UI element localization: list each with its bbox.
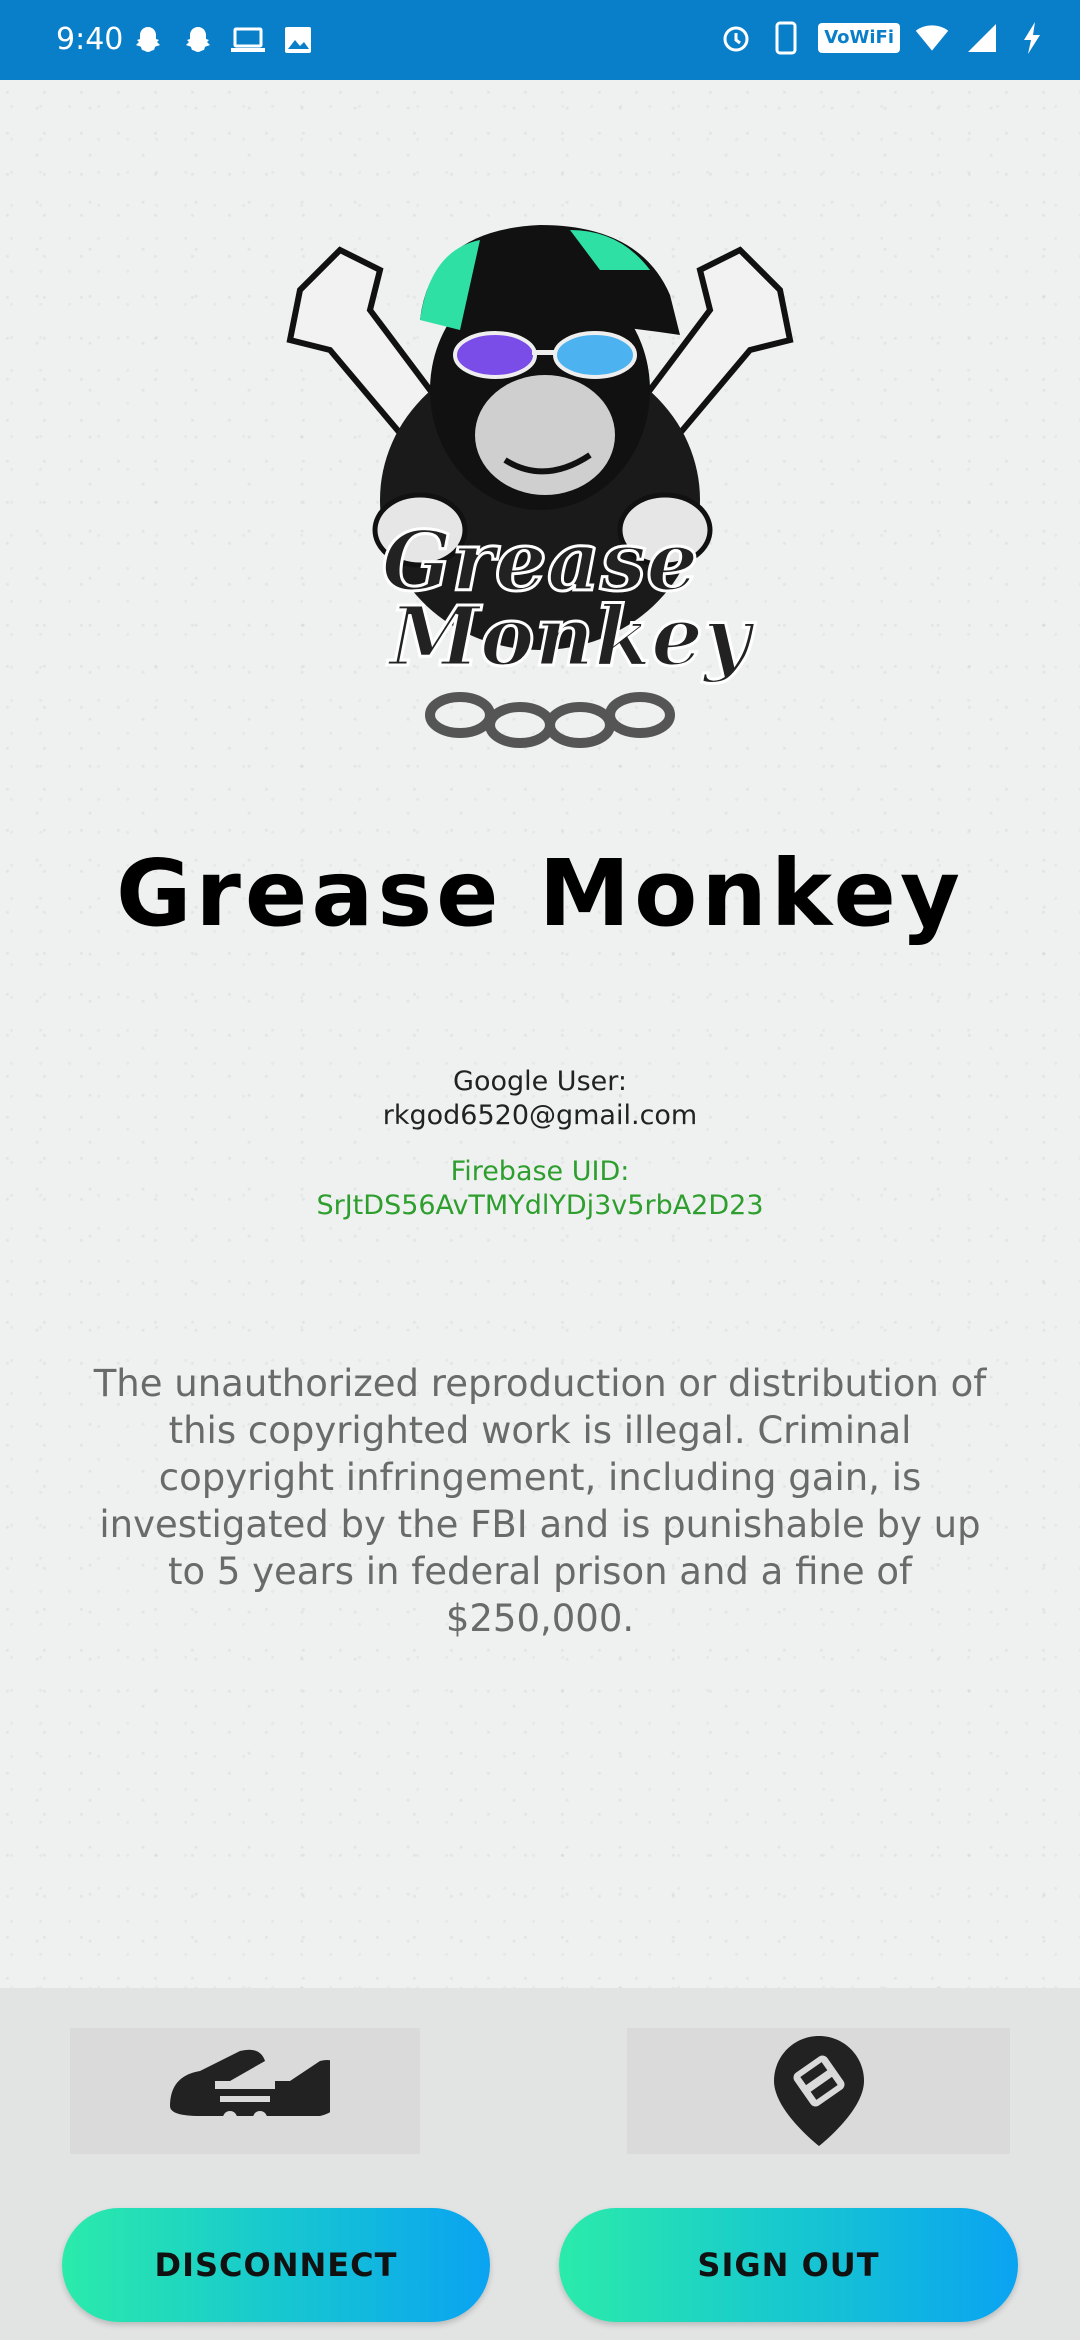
grease-monkey-logo: Grease Monkey bbox=[270, 170, 810, 800]
car-location-pin-icon bbox=[773, 2036, 864, 2146]
firebase-uid-label: Firebase UID: bbox=[450, 1156, 630, 1187]
image-icon bbox=[280, 20, 316, 60]
status-bar: 9:40 VoWiFi bbox=[0, 0, 1080, 80]
bottom-action-panel: DISCONNECT SIGN OUT bbox=[0, 1988, 1080, 2340]
sign-out-button[interactable]: SIGN OUT bbox=[559, 2208, 1018, 2322]
google-user-label: Google User: bbox=[453, 1066, 627, 1097]
snapchat-icon bbox=[180, 20, 216, 60]
car-in-hands-button[interactable] bbox=[70, 2028, 420, 2154]
system-icons: VoWiFi bbox=[718, 18, 1050, 58]
status-time: 9:40 bbox=[56, 22, 124, 57]
signal-icon bbox=[964, 18, 1000, 58]
phone-icon bbox=[768, 18, 804, 58]
app-title: Grease Monkey bbox=[116, 840, 964, 947]
wifi-icon bbox=[914, 18, 950, 58]
notification-icons bbox=[130, 20, 316, 60]
alarm-icon bbox=[718, 18, 754, 58]
car-location-button[interactable] bbox=[627, 2028, 1010, 2154]
firebase-uid-value: SrJtDS56AvTMYdlYDj3v5rbA2D23 bbox=[316, 1190, 764, 1221]
vowifi-icon: VoWiFi bbox=[818, 23, 900, 53]
snapchat-icon bbox=[130, 20, 166, 60]
copyright-warning: The unauthorized reproduction or distrib… bbox=[93, 1362, 987, 1640]
google-user-email: rkgod6520@gmail.com bbox=[382, 1100, 698, 1131]
laptop-icon bbox=[230, 20, 266, 60]
firebase-uid-info: Firebase UID: SrJtDS56AvTMYdlYDj3v5rbA2D… bbox=[0, 1155, 1080, 1223]
logo-text-line2: Monkey bbox=[386, 589, 756, 685]
disconnect-button[interactable]: DISCONNECT bbox=[62, 2208, 490, 2322]
main-content: Grease Monkey Grease Monkey Google User:… bbox=[0, 80, 1080, 1988]
car-in-hands-icon bbox=[170, 2049, 330, 2125]
google-user-info: Google User: rkgod6520@gmail.com bbox=[0, 1065, 1080, 1133]
charging-icon bbox=[1014, 18, 1050, 58]
